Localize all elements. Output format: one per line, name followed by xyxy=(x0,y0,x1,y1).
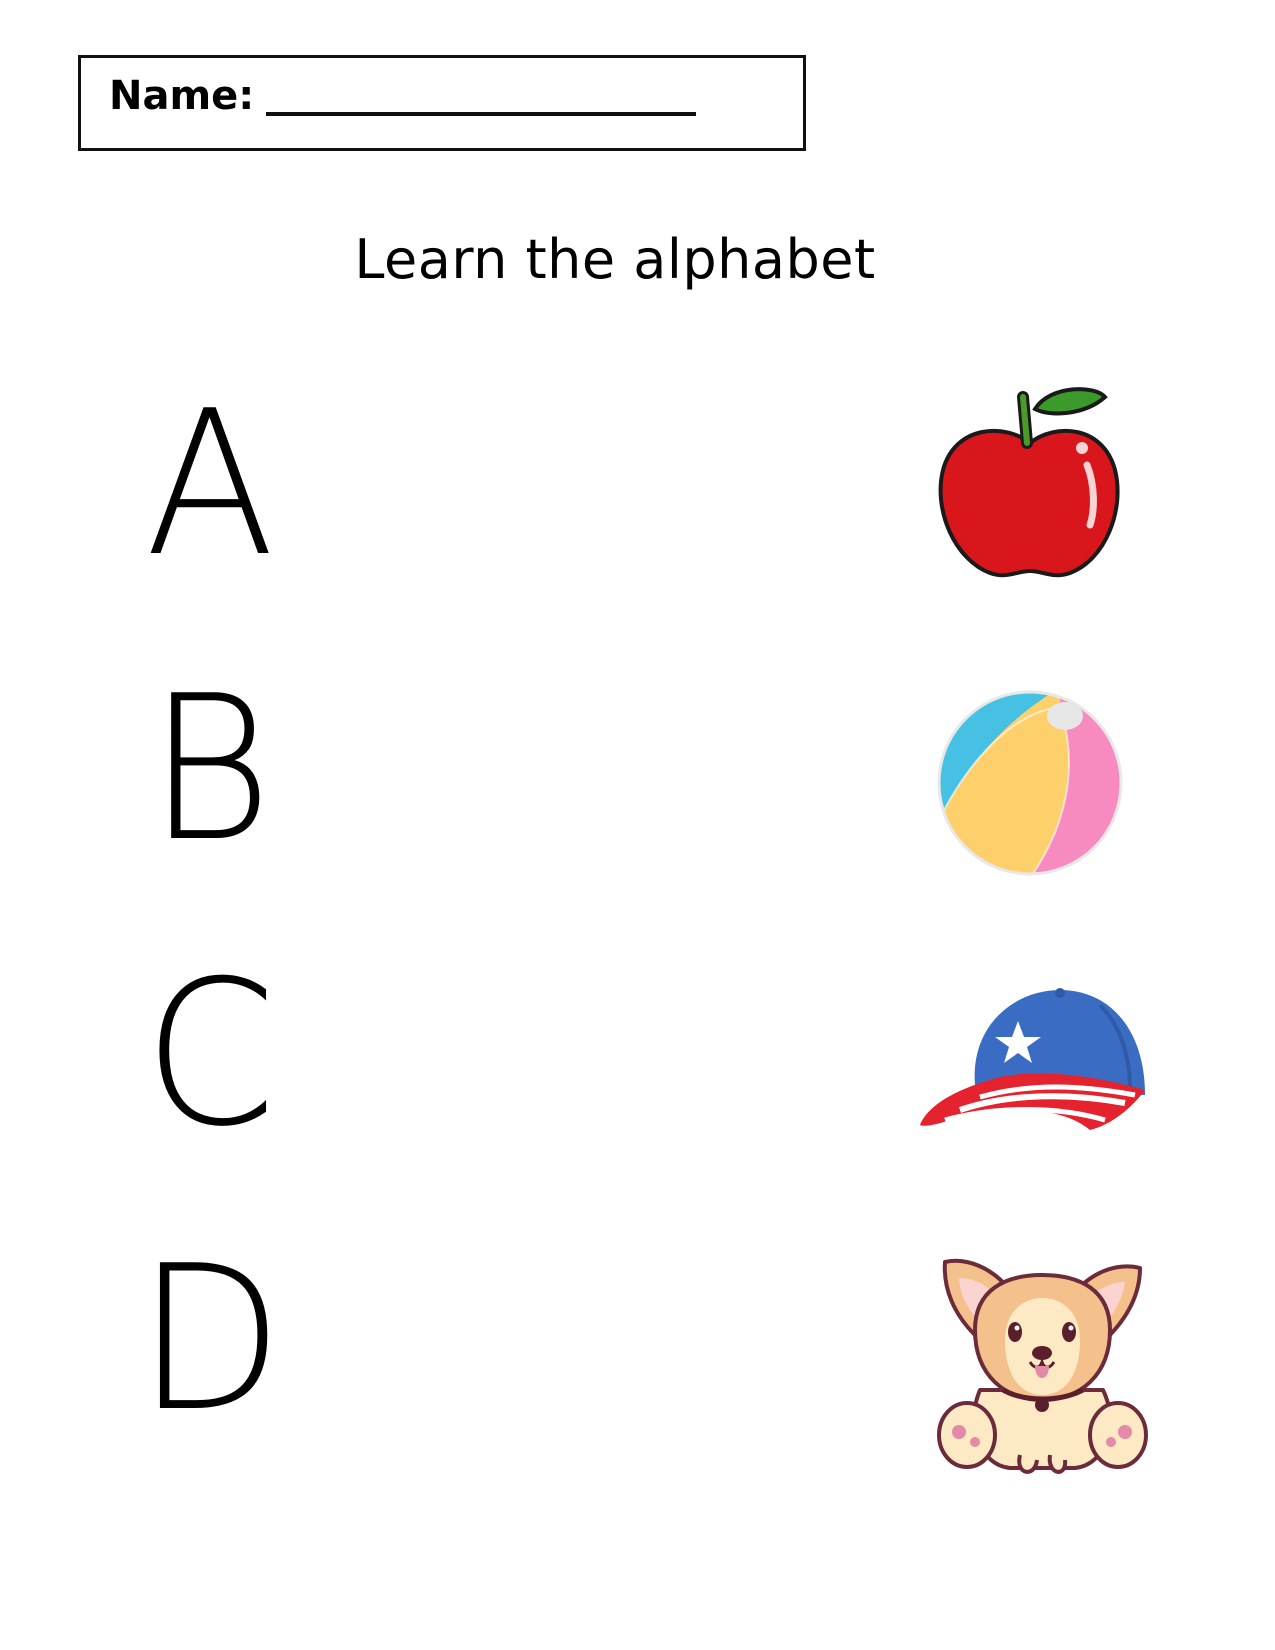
cap-icon xyxy=(920,988,1145,1130)
name-box: Name: xyxy=(78,55,806,151)
name-label: Name: xyxy=(109,73,255,119)
apple-icon xyxy=(938,387,1120,578)
page-title: Learn the alphabet xyxy=(354,228,876,291)
letter-b: B xyxy=(147,653,273,886)
letter-c: C xyxy=(143,938,277,1171)
name-write-line[interactable] xyxy=(266,112,696,116)
letter-d: D xyxy=(136,1223,284,1456)
letter-a: A xyxy=(144,368,275,601)
dog-icon xyxy=(937,1258,1148,1474)
beach-ball-icon xyxy=(937,690,1123,876)
